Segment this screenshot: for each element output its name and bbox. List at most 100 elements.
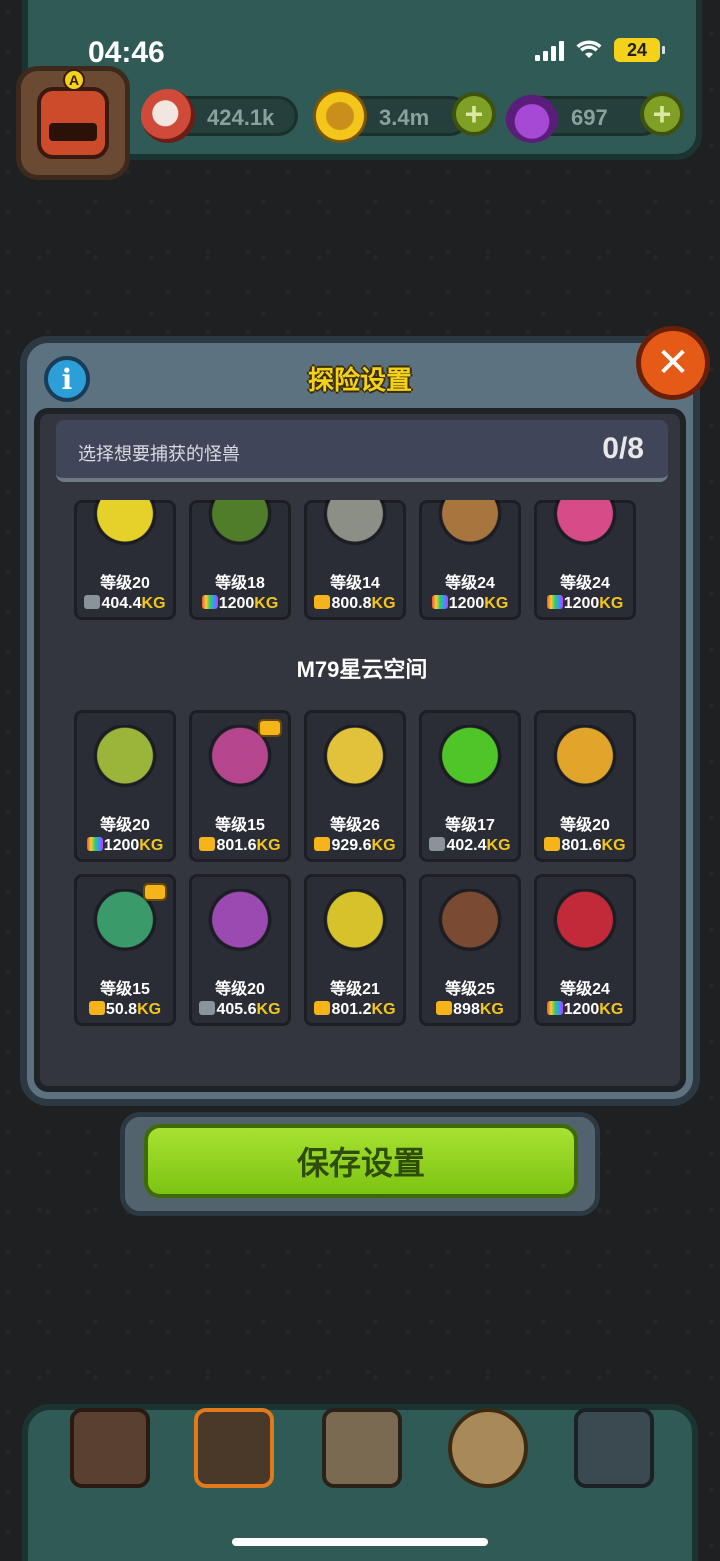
monster-icon (437, 889, 503, 957)
monster-weight: 801.6KG (537, 837, 633, 855)
monster-level: 等级24 (560, 575, 610, 592)
monster-weight: 801.6KG (192, 837, 288, 855)
monster-weight: 402.4KG (422, 837, 518, 855)
potion-amount: 697 (571, 105, 608, 130)
monster-level: 等级15 (100, 981, 150, 998)
monster-icon (207, 500, 273, 551)
shop-icon[interactable] (70, 1408, 150, 1488)
weight-icon (546, 595, 563, 609)
monster-level: 等级24 (445, 575, 495, 592)
monster-card[interactable]: 等级15 50.8KG (74, 874, 176, 1026)
monster-lab-icon[interactable] (194, 1408, 274, 1488)
weight-icon (431, 595, 448, 609)
monster-icon (92, 725, 158, 793)
monster-level: 等级18 (215, 575, 265, 592)
weight-icon (436, 1001, 453, 1015)
monster-weight: 1200KG (422, 595, 518, 613)
signal-icon (535, 39, 564, 61)
monster-card[interactable]: 等级26 929.6KG (304, 710, 406, 862)
monster-icon (322, 725, 388, 793)
eyeball-currency: 424.1k (141, 89, 298, 143)
monster-weight: 929.6KG (307, 837, 403, 855)
monster-level: 等级15 (215, 817, 265, 834)
monster-card[interactable]: 等级21 801.2KG (304, 874, 406, 1026)
selection-header: 选择想要捕获的怪兽 0/8 (56, 420, 668, 482)
monster-card[interactable]: 等级18 1200KG (189, 500, 291, 620)
status-time: 04:46 (88, 36, 165, 69)
monster-level: 等级20 (560, 817, 610, 834)
save-settings-button[interactable]: 保存设置 (144, 1124, 578, 1198)
monster-weight: 1200KG (537, 1001, 633, 1019)
section-title: M79星云空间 (296, 657, 428, 682)
monster-level: 等级24 (560, 981, 610, 998)
monster-card[interactable]: 等级24 1200KG (534, 874, 636, 1026)
monster-icon (552, 500, 618, 551)
weight-icon (86, 837, 103, 851)
monster-level: 等级21 (330, 981, 380, 998)
selection-count: 0/8 (602, 432, 644, 465)
monster-icon (92, 500, 158, 551)
monster-level: 等级20 (100, 575, 150, 592)
home-indicator[interactable] (232, 1538, 488, 1546)
reward-badge-icon (143, 883, 167, 901)
coin-amount: 3.4m (379, 105, 430, 130)
eyeball-icon (141, 89, 195, 143)
status-icons: 24 (535, 38, 665, 62)
monster-card[interactable]: 等级17 402.4KG (419, 710, 521, 862)
monster-weight: 898KG (422, 1001, 518, 1019)
monster-icon (322, 500, 388, 551)
monster-card[interactable]: 等级24 1200KG (534, 500, 636, 620)
weight-icon (314, 595, 331, 609)
weight-icon (429, 837, 446, 851)
monster-weight: 1200KG (192, 595, 288, 613)
weight-icon (544, 837, 561, 851)
monster-level: 等级26 (330, 817, 380, 834)
weight-icon (199, 1001, 216, 1015)
add-potions-button[interactable]: + (640, 92, 684, 136)
coin-icon (313, 89, 367, 143)
weight-icon (546, 1001, 563, 1015)
monster-card[interactable]: 等级20 405.6KG (189, 874, 291, 1026)
monster-weight: 1200KG (537, 595, 633, 613)
monster-card[interactable]: 等级20 1200KG (74, 710, 176, 862)
monster-level: 等级17 (445, 817, 495, 834)
monster-card[interactable]: 等级25 898KG (419, 874, 521, 1026)
monster-level: 等级14 (330, 575, 380, 592)
monster-scroll-area[interactable]: 等级20 404.4KG 等级18 1200KG 等级14 800.8KG 等级… (56, 500, 668, 1070)
monster-icon (552, 725, 618, 793)
battery-icon: 24 (614, 38, 665, 62)
monster-weight: 800.8KG (307, 595, 403, 613)
monster-weight: 1200KG (77, 837, 173, 855)
reward-badge-icon (258, 719, 282, 737)
weight-icon (314, 1001, 331, 1015)
monster-icon (437, 500, 503, 551)
add-coins-button[interactable]: + (452, 92, 496, 136)
monster-level: 等级20 (100, 817, 150, 834)
weight-icon (201, 595, 218, 609)
wifi-icon (576, 40, 602, 60)
player-avatar[interactable]: A (16, 66, 130, 180)
eyeball-amount: 424.1k (207, 105, 275, 130)
monster-weight: 801.2KG (307, 1001, 403, 1019)
selection-prompt: 选择想要捕获的怪兽 (78, 444, 240, 464)
monster-icon (322, 889, 388, 957)
coin-currency: 3.4m (313, 89, 470, 143)
grid-menu-icon[interactable] (574, 1408, 654, 1488)
monster-card[interactable]: 等级14 800.8KG (304, 500, 406, 620)
avatar-monster-icon: A (37, 69, 109, 159)
monster-icon (437, 725, 503, 793)
monster-icon (207, 889, 273, 957)
close-button[interactable]: ✕ (636, 326, 710, 400)
weight-icon (88, 1001, 105, 1015)
weight-icon (199, 837, 216, 851)
money-bag-icon[interactable] (448, 1408, 528, 1488)
monster-weight: 50.8KG (77, 1001, 173, 1019)
monster-card[interactable]: 等级24 1200KG (419, 500, 521, 620)
book-icon[interactable] (322, 1408, 402, 1488)
dialog-title: 探险设置 (307, 365, 412, 395)
weight-icon (84, 595, 101, 609)
monster-card[interactable]: 等级20 801.6KG (534, 710, 636, 862)
monster-card[interactable]: 等级20 404.4KG (74, 500, 176, 620)
monster-card[interactable]: 等级15 801.6KG (189, 710, 291, 862)
potion-icon (505, 89, 559, 143)
